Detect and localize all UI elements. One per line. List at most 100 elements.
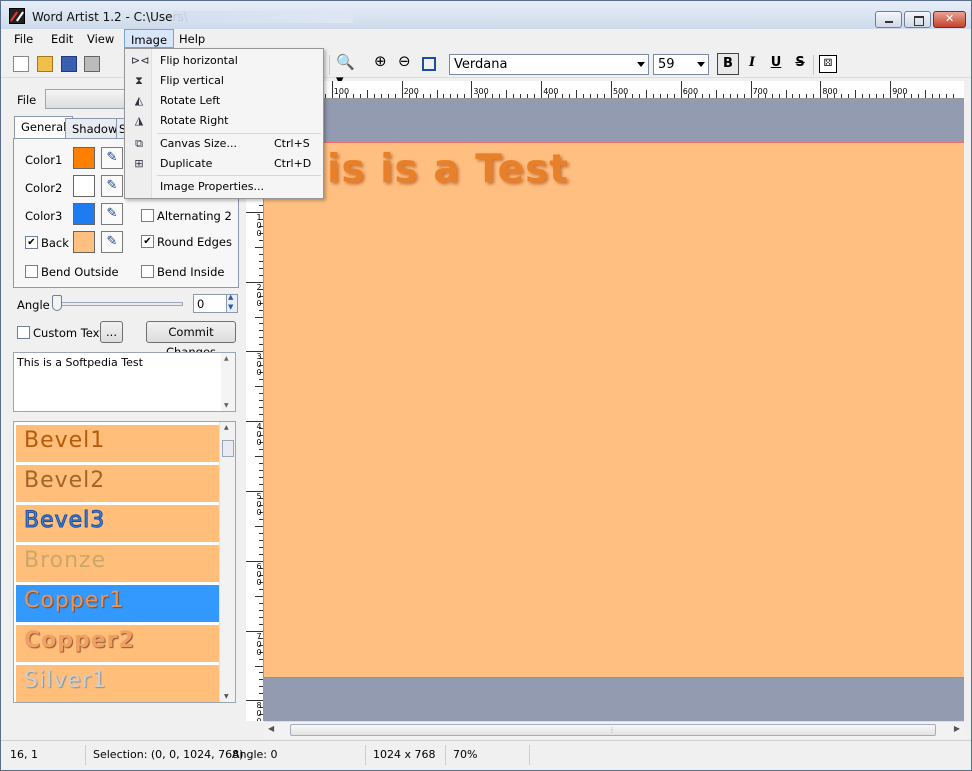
horizontal-scroll-thumb[interactable]: ⦙ — [290, 724, 936, 736]
new-file-icon[interactable] — [13, 56, 29, 72]
save-icon[interactable] — [61, 56, 77, 72]
underline-button[interactable]: U — [765, 53, 787, 75]
bold-button[interactable]: B — [717, 53, 739, 75]
ruler-tick — [680, 81, 682, 98]
fit-to-window-icon[interactable] — [422, 57, 436, 71]
menu-item-flip-horizontal[interactable]: ⊳⊲ Flip horizontal — [125, 51, 323, 71]
custom-text-checkbox[interactable] — [17, 326, 30, 339]
horizontal-scrollbar[interactable]: ◀ ⦙ ▶ — [264, 721, 964, 738]
angle-spinner[interactable] — [226, 293, 238, 313]
font-options-button[interactable]: ... — [100, 321, 123, 343]
ruler-label: 300 — [473, 87, 489, 96]
zoom-out-icon[interactable]: ⊖ — [398, 52, 414, 70]
random-dice-icon[interactable]: ⚄ — [819, 55, 837, 73]
word-art-text[interactable]: is is a Test — [327, 147, 569, 192]
custom-text-label: Custom Text — [33, 326, 104, 340]
ruler-tick — [259, 609, 263, 611]
style-item-bronze[interactable]: Bronze — [16, 545, 219, 582]
ruler-tick — [785, 90, 787, 98]
ruler-tick — [373, 94, 375, 98]
text-input-value: This is a Softpedia Test — [17, 356, 143, 369]
scroll-down-icon[interactable]: ▼ — [224, 693, 229, 700]
scroll-right-icon[interactable]: ▶ — [954, 724, 960, 733]
ruler-tick — [259, 393, 263, 395]
color2-swatch[interactable] — [73, 175, 95, 197]
zoom-in-icon[interactable]: ⊕ — [374, 52, 390, 70]
round-edges-checkbox[interactable]: ✔ — [141, 235, 154, 248]
menu-item-image-properties[interactable]: Image Properties... — [125, 177, 323, 197]
style-list-scrollbar[interactable]: ▲ ▼ — [219, 422, 235, 702]
menu-item-label: Rotate Left — [160, 94, 221, 107]
eyedropper-icon[interactable]: ✎ — [101, 175, 123, 197]
ruler-tick — [876, 94, 878, 98]
ruler-tick — [890, 81, 892, 98]
alternating2-checkbox[interactable] — [141, 209, 154, 222]
menu-help[interactable]: Help — [173, 29, 211, 48]
eyedropper-icon[interactable]: ✎ — [101, 231, 123, 253]
ruler-tick — [813, 94, 815, 98]
flip-horizontal-icon: ⊳⊲ — [131, 54, 150, 67]
ruler-tick — [324, 94, 326, 98]
canvas-page[interactable]: is is a Test — [264, 142, 964, 678]
image-menu-dropdown: ⊳⊲ Flip horizontal ⧗ Flip vertical ◭ Rot… — [124, 48, 324, 199]
ruler-tick — [331, 81, 333, 98]
bend-inside-checkbox[interactable] — [141, 265, 154, 278]
print-icon[interactable] — [84, 56, 100, 72]
menu-item-rotate-right[interactable]: ◮ Rotate Right — [125, 111, 323, 131]
open-folder-icon[interactable] — [37, 56, 53, 72]
angle-input[interactable]: 0 — [193, 294, 227, 313]
ruler-tick — [429, 94, 431, 98]
text-input-scrollbar[interactable] — [221, 353, 235, 411]
angle-slider-track[interactable] — [53, 302, 183, 306]
title-bar[interactable]: Word Artist 1.2 - C:\Users\ — [1, 1, 971, 31]
ruler-tick — [259, 239, 263, 241]
canvas-area[interactable]: is is a Test — [264, 99, 964, 721]
font-family-select[interactable]: Verdana — [449, 54, 649, 75]
menu-file[interactable]: File — [8, 29, 39, 48]
back-color-swatch[interactable] — [73, 231, 95, 253]
scroll-left-icon[interactable]: ◀ — [268, 724, 274, 733]
style-item-silver1[interactable]: Silver1 — [16, 665, 219, 702]
color3-swatch[interactable] — [73, 203, 95, 225]
app-icon — [9, 8, 25, 24]
menu-item-canvas-size[interactable]: ⧉ Canvas Size... Ctrl+S — [125, 134, 323, 154]
ruler-tick — [604, 94, 606, 98]
back-checkbox[interactable]: ✔ — [25, 236, 38, 249]
style-item-bevel3[interactable]: Bevel3 — [16, 505, 219, 542]
commit-changes-button[interactable]: Commit Changes — [146, 321, 236, 359]
eyedropper-icon[interactable]: ✎ — [101, 203, 123, 225]
scroll-up-icon[interactable]: ▲ — [224, 424, 229, 431]
menu-image[interactable]: Image — [124, 29, 175, 48]
ruler-tick — [569, 94, 571, 98]
close-button[interactable] — [933, 11, 966, 28]
menu-item-flip-vertical[interactable]: ⧗ Flip vertical — [125, 71, 323, 91]
ruler-tick — [771, 94, 773, 98]
strikethrough-button[interactable]: S — [789, 53, 811, 75]
bend-outside-checkbox[interactable] — [25, 265, 38, 278]
ruler-tick — [259, 323, 263, 325]
zoom-select-icon[interactable]: 🔍▾ — [336, 53, 362, 89]
menu-view[interactable]: View — [81, 29, 120, 48]
style-item-copper1[interactable]: Copper1 — [16, 585, 219, 622]
maximize-button[interactable] — [904, 11, 931, 28]
ruler-tick — [259, 449, 263, 451]
ruler-tick — [401, 81, 403, 98]
bend-inside-label: Bend Inside — [157, 265, 225, 279]
angle-slider-thumb[interactable] — [52, 295, 62, 311]
eyedropper-icon[interactable]: ✎ — [101, 147, 123, 169]
style-item-bevel1[interactable]: Bevel1 — [16, 425, 219, 462]
style-item-bevel2[interactable]: Bevel2 — [16, 465, 219, 502]
font-size-select[interactable]: 59 — [653, 54, 709, 75]
italic-button[interactable]: I — [741, 53, 763, 75]
scroll-thumb[interactable] — [222, 440, 234, 457]
text-input[interactable]: This is a Softpedia Test — [13, 352, 236, 412]
ruler-tick — [259, 253, 263, 255]
menu-item-rotate-left[interactable]: ◭ Rotate Left — [125, 91, 323, 111]
color1-swatch[interactable] — [73, 147, 95, 169]
ruler-tick — [259, 484, 263, 486]
menu-edit[interactable]: Edit — [45, 29, 79, 48]
minimize-button[interactable] — [875, 11, 902, 28]
style-item-copper2[interactable]: Copper2 — [16, 625, 219, 662]
menu-item-duplicate[interactable]: ⊞ Duplicate Ctrl+D — [125, 154, 323, 174]
status-angle: Angle: 0 — [232, 748, 278, 761]
